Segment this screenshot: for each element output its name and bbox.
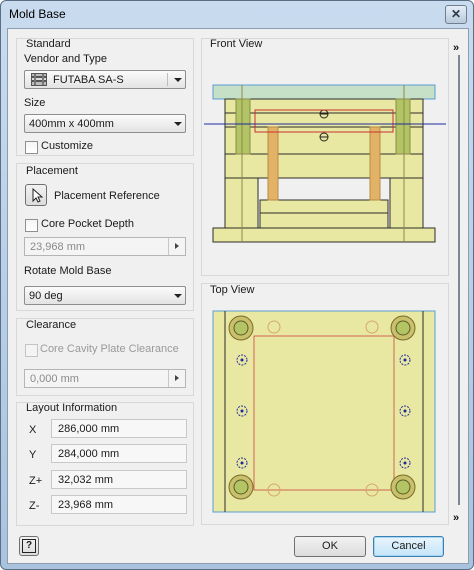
cursor-arrow-icon <box>32 187 44 203</box>
mold-base-dialog: Mold Base ✕ Standard Vendor and Type FUT… <box>0 0 474 570</box>
size-label: Size <box>24 97 46 109</box>
core-cavity-clearance-label: Core Cavity Plate Clearance <box>40 343 179 355</box>
customize-label: Customize <box>41 140 93 152</box>
z-plus-value-field: 32,032 mm <box>51 470 187 489</box>
z-minus-value-field: 23,968 mm <box>51 495 187 514</box>
rotate-mold-base-dropdown[interactable]: 90 deg <box>24 286 186 305</box>
clearance-group: Clearance Core Cavity Plate Clearance 0,… <box>16 318 194 396</box>
y-value: 284,000 mm <box>58 448 120 460</box>
top-guide-bushing <box>228 474 254 500</box>
customize-checkbox[interactable] <box>25 141 38 154</box>
cancel-button[interactable]: Cancel <box>373 536 444 557</box>
z-minus-key: Z- <box>29 500 40 512</box>
placement-group: Placement Placement Reference Core Pocke… <box>16 163 194 311</box>
x-value: 286,000 mm <box>58 423 120 435</box>
front-spacer-right <box>389 177 424 229</box>
front-view-drawing <box>204 84 446 243</box>
top-guide-bushing <box>390 474 416 500</box>
dialog-body: Standard Vendor and Type FUTABA SA-S Siz… <box>7 28 469 564</box>
vendor-type-value: FUTABA SA-S <box>53 74 124 86</box>
front-top-clamp-plate <box>212 84 436 100</box>
layout-information-group: Layout Information X 286,000 mm Y 284,00… <box>16 402 194 526</box>
clearance-value: 0,000 mm <box>30 373 79 385</box>
front-view-label: Front View <box>210 38 263 50</box>
title-bar[interactable]: Mold Base ✕ <box>1 1 473 27</box>
z-plus-key: Z+ <box>29 475 43 487</box>
core-cavity-clearance-checkbox[interactable] <box>25 344 38 357</box>
front-return-pin-right <box>369 126 381 201</box>
top-view-label: Top View <box>210 284 255 296</box>
window-title: Mold Base <box>9 7 66 21</box>
front-support-plate <box>224 153 424 179</box>
chevron-right-icon[interactable] <box>168 370 185 387</box>
chevron-down-icon <box>174 294 182 298</box>
chevron-down-icon <box>174 122 182 126</box>
front-guide-pillar-left <box>235 98 251 155</box>
size-value: 400mm x 400mm <box>29 118 114 130</box>
core-pocket-label: Core Pocket Depth <box>41 218 134 230</box>
front-view-panel: Front View <box>201 38 449 276</box>
close-button[interactable]: ✕ <box>445 5 467 24</box>
top-view-drawing <box>212 310 436 513</box>
help-icon: ? <box>22 539 36 553</box>
view-scrollbar[interactable]: » » <box>453 41 465 525</box>
mold-base-icon <box>31 73 47 86</box>
chevron-right-icon[interactable]: » <box>453 513 459 524</box>
top-guide-bushing <box>390 315 416 341</box>
x-key: X <box>29 424 37 436</box>
y-key: Y <box>29 449 37 461</box>
clearance-group-label: Clearance <box>26 319 77 331</box>
core-pocket-depth-field[interactable]: 23,968 mm <box>24 237 186 256</box>
standard-group-label: Standard <box>26 38 71 50</box>
chevron-right-icon[interactable] <box>168 238 185 255</box>
clearance-field[interactable]: 0,000 mm <box>24 369 186 388</box>
vendor-type-dropdown[interactable]: FUTABA SA-S <box>24 70 186 89</box>
front-ejector-plate <box>259 212 389 229</box>
chevron-right-icon[interactable]: » <box>453 43 459 54</box>
z-plus-value: 32,032 mm <box>58 474 114 486</box>
rotate-value: 90 deg <box>29 290 63 302</box>
placement-reference-button[interactable] <box>25 184 47 206</box>
placement-reference-label: Placement Reference <box>54 190 160 202</box>
size-dropdown[interactable]: 400mm x 400mm <box>24 114 186 133</box>
top-view-panel: Top View <box>201 283 449 525</box>
x-value-field: 286,000 mm <box>51 419 187 438</box>
scrollbar-track[interactable] <box>458 55 460 505</box>
standard-group: Standard Vendor and Type FUTABA SA-S Siz… <box>16 38 194 156</box>
core-pocket-depth-value: 23,968 mm <box>30 241 86 253</box>
rotate-mold-base-label: Rotate Mold Base <box>24 265 112 277</box>
vendor-type-label: Vendor and Type <box>24 53 107 65</box>
chevron-down-icon <box>174 78 182 82</box>
layout-information-label: Layout Information <box>26 402 118 414</box>
top-guide-bushing <box>228 315 254 341</box>
front-guide-pillar-right <box>395 98 411 155</box>
placement-group-label: Placement <box>26 165 78 177</box>
help-button[interactable]: ? <box>19 536 39 556</box>
core-pocket-checkbox[interactable] <box>25 219 38 232</box>
front-return-pin-left <box>267 126 279 201</box>
front-bottom-clamp-plate <box>212 227 436 243</box>
front-ejector-retainer-plate <box>259 199 389 214</box>
z-minus-value: 23,968 mm <box>58 499 114 511</box>
y-value-field: 284,000 mm <box>51 444 187 463</box>
ok-button[interactable]: OK <box>294 536 366 557</box>
